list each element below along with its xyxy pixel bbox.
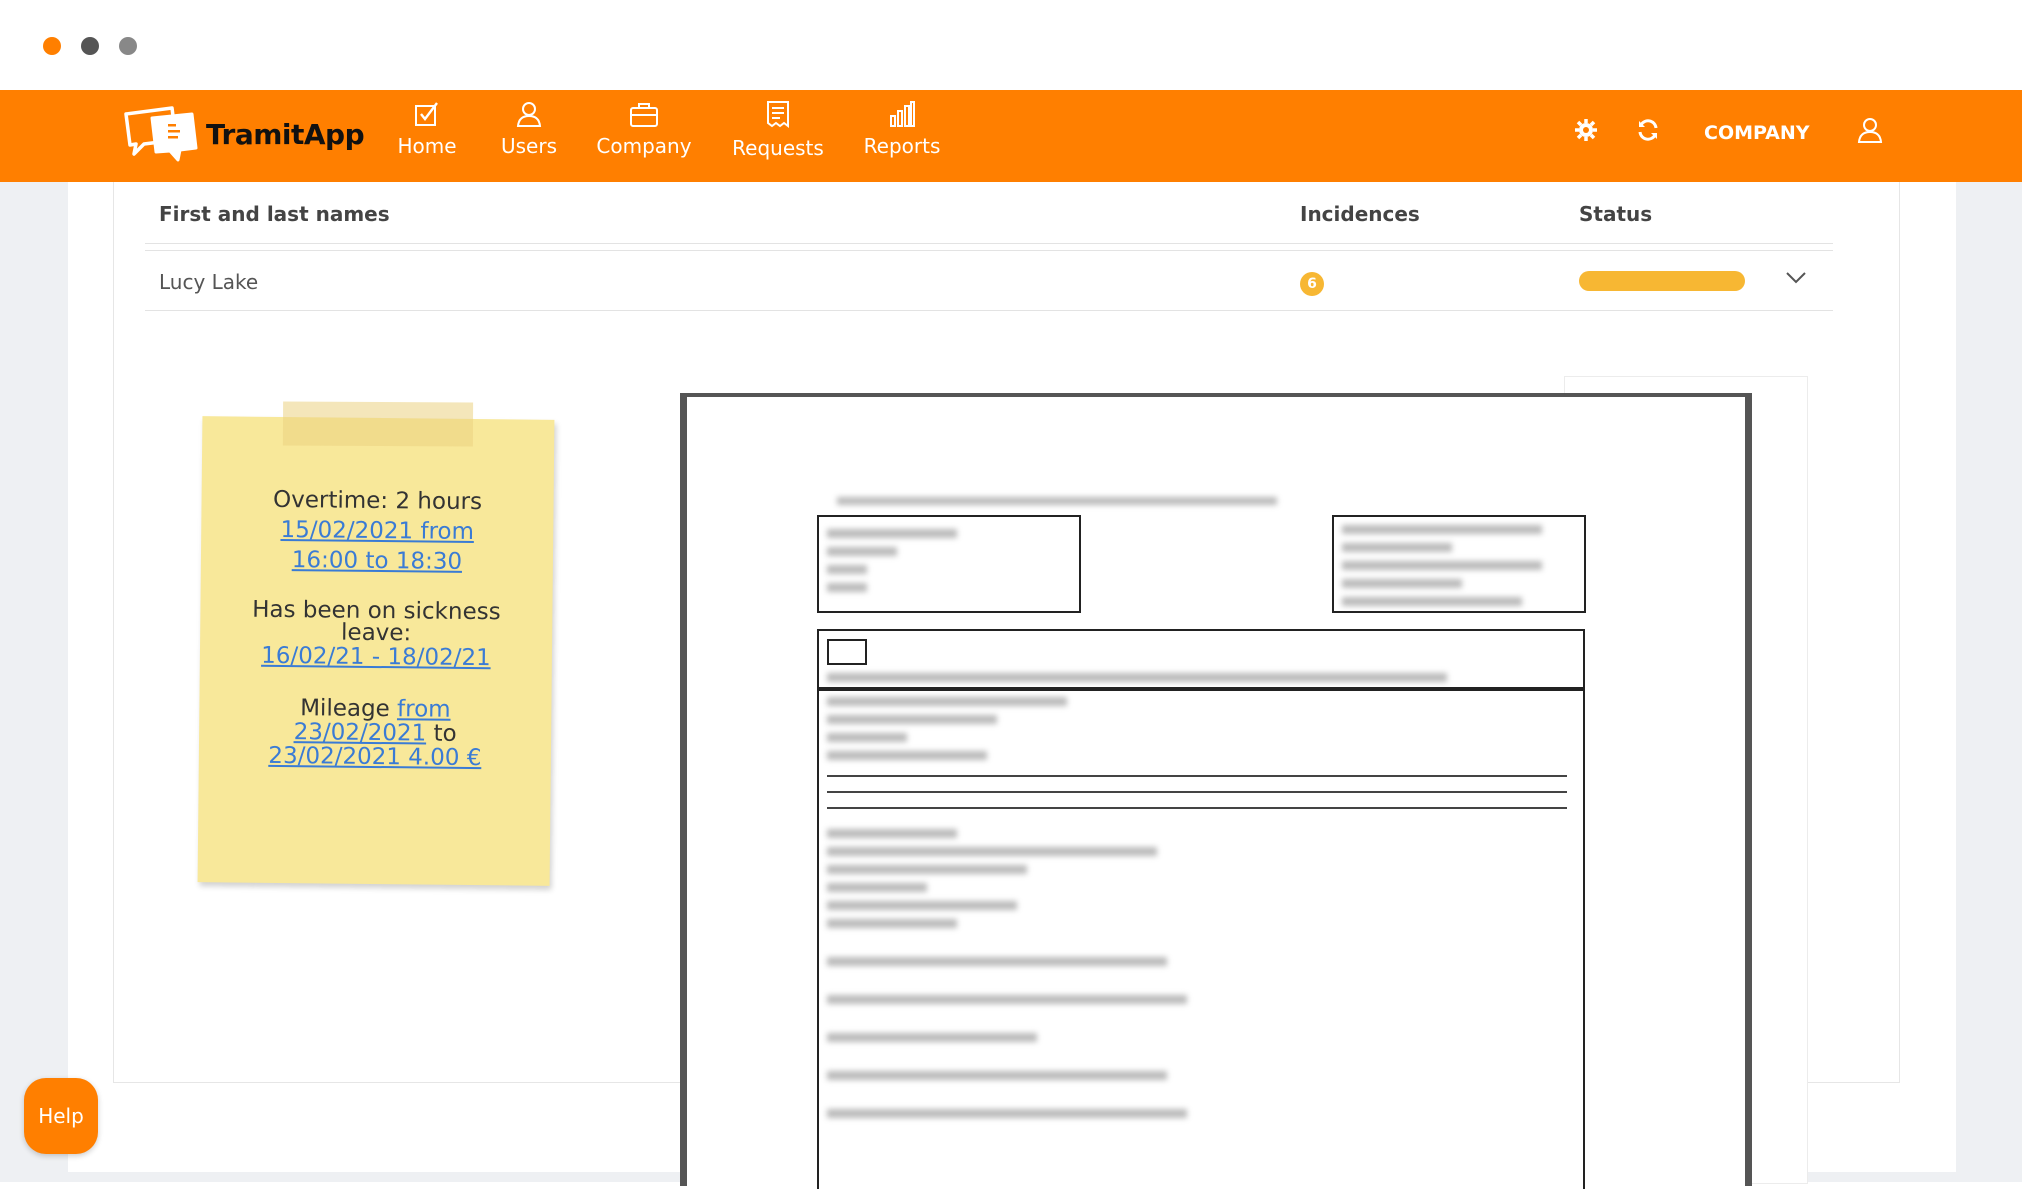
header-divider <box>145 243 1833 244</box>
document-checkbox <box>827 639 867 665</box>
nav-item-users-label: Users <box>500 134 557 158</box>
column-header-incidences[interactable]: Incidences <box>1300 202 1420 226</box>
nav-item-requests-label: Requests <box>732 136 824 160</box>
gear-icon <box>1575 119 1597 141</box>
nav-item-requests[interactable]: Requests <box>730 100 826 174</box>
refresh-button[interactable] <box>1636 118 1660 147</box>
nav-item-reports-label: Reports <box>863 134 941 158</box>
sticky-note: Overtime: 2 hours 15/02/2021 from 16:00 … <box>197 416 555 886</box>
sticky-note-tape <box>282 401 474 447</box>
bar-chart-icon <box>890 101 915 127</box>
brand-name-part2: App <box>303 118 365 151</box>
blurred-text <box>1342 543 1452 552</box>
briefcase-icon <box>630 103 658 127</box>
blurred-text <box>1342 525 1542 534</box>
column-header-name[interactable]: First and last names <box>159 202 390 226</box>
employee-name[interactable]: Lucy Lake <box>159 270 258 294</box>
column-header-status[interactable]: Status <box>1579 202 1652 226</box>
note-overtime-time-line: 16:00 to 18:30 <box>201 544 553 578</box>
blurred-text <box>827 715 997 724</box>
note-sickness-dates-link[interactable]: 16/02/21 - 18/02/21 <box>261 643 491 671</box>
note-mileage-line3: 23/02/2021 4.00 € <box>199 740 551 774</box>
refresh-icon <box>1638 119 1658 141</box>
window-close-dot[interactable] <box>43 37 61 55</box>
help-button[interactable]: Help <box>24 1078 98 1154</box>
speech-bubble-logo-icon <box>124 106 198 162</box>
nav-item-company-label: Company <box>596 134 692 158</box>
header-divider-secondary <box>145 250 1833 251</box>
note-overtime-date-line: 15/02/2021 from <box>201 514 553 548</box>
blurred-text <box>827 1071 1167 1080</box>
blurred-text <box>827 547 897 556</box>
expand-row-button[interactable] <box>1784 270 1808 291</box>
top-navbar: TramitApp Home Users Company Requests Re… <box>0 90 2022 182</box>
user-icon <box>516 102 542 127</box>
blurred-text <box>1342 579 1462 588</box>
blurred-text <box>827 1109 1187 1118</box>
tramitapp-logo[interactable]: TramitApp <box>122 100 365 170</box>
blurred-text <box>1342 561 1542 570</box>
blurred-text <box>827 957 1167 966</box>
nav-item-users[interactable]: Users <box>494 100 564 174</box>
blurred-text <box>827 829 957 838</box>
nav-item-company[interactable]: Company <box>596 100 692 174</box>
company-switcher[interactable]: COMPANY <box>1704 122 1810 144</box>
receipt-icon <box>767 101 789 128</box>
brand-name-part1: Tramit <box>206 118 304 151</box>
blurred-text <box>827 751 987 760</box>
blurred-text <box>827 529 957 538</box>
row-divider <box>145 310 1833 311</box>
blurred-text <box>837 497 1277 505</box>
note-overtime-date-link[interactable]: 15/02/2021 from <box>280 517 474 545</box>
checkbox-icon <box>415 102 438 126</box>
brand-name: TramitApp <box>206 118 365 151</box>
status-progress-bar <box>1579 271 1745 291</box>
settings-gear-button[interactable] <box>1574 118 1598 147</box>
nav-item-home-label: Home <box>397 134 457 158</box>
note-overtime-time-link[interactable]: 16:00 to 18:30 <box>292 547 463 575</box>
document-rule <box>827 791 1567 793</box>
blurred-text <box>827 995 1187 1004</box>
window-titlebar <box>0 0 2022 90</box>
blurred-text <box>827 901 1017 910</box>
blurred-text <box>827 583 867 592</box>
incidences-count-badge: 6 <box>1300 272 1324 296</box>
blurred-text <box>827 865 1027 874</box>
payslip-document-preview <box>680 393 1752 1189</box>
blurred-text <box>827 847 1157 856</box>
document-rule <box>827 807 1567 809</box>
blurred-text <box>827 673 1447 682</box>
note-mileage-to-value-link[interactable]: 23/02/2021 4.00 € <box>268 743 481 771</box>
blurred-text <box>827 919 957 928</box>
user-profile-icon <box>1857 118 1883 143</box>
nav-item-home[interactable]: Home <box>392 100 462 174</box>
note-sickness-dates-line: 16/02/21 - 18/02/21 <box>200 640 552 674</box>
chevron-down-icon <box>1786 272 1806 284</box>
document-rule <box>827 775 1567 777</box>
blurred-text <box>827 733 907 742</box>
blurred-text <box>827 883 927 892</box>
user-profile-button[interactable] <box>1856 116 1884 149</box>
blurred-text <box>827 1033 1037 1042</box>
blurred-text <box>827 565 867 574</box>
nav-item-reports[interactable]: Reports <box>862 100 942 174</box>
window-maximize-dot[interactable] <box>119 37 137 55</box>
blurred-text <box>1342 597 1522 606</box>
window-minimize-dot[interactable] <box>81 37 99 55</box>
blurred-text <box>827 697 1067 706</box>
note-overtime: Overtime: 2 hours <box>272 486 483 516</box>
